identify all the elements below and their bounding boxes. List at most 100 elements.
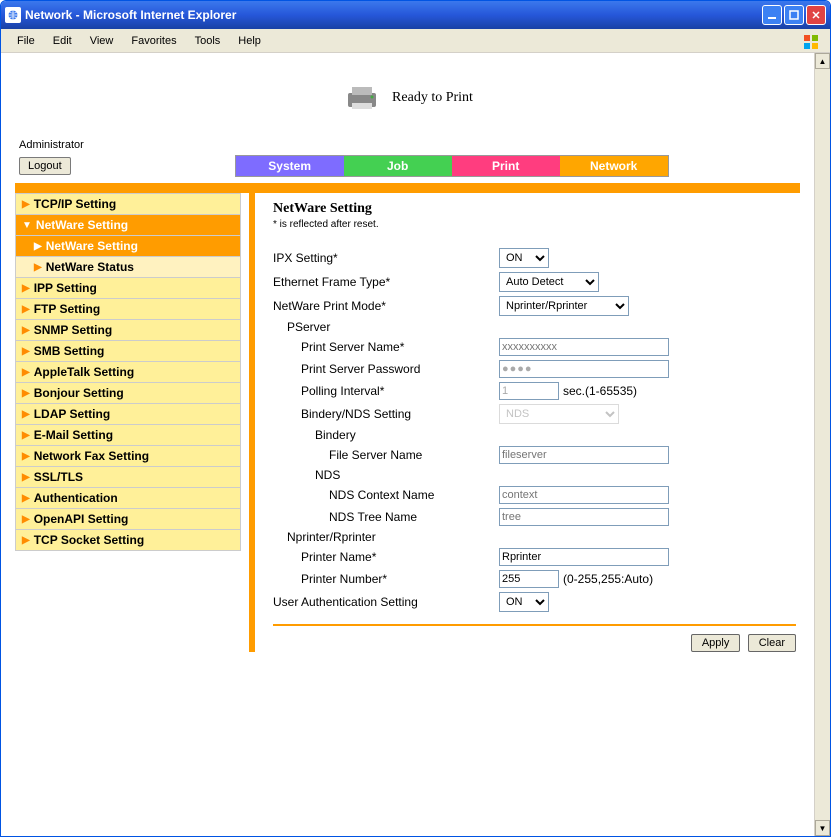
chevron-right-icon: ▶ <box>22 514 30 525</box>
printer-number-input[interactable] <box>499 570 559 588</box>
server-password-input <box>499 360 669 378</box>
scroll-up-icon[interactable]: ▲ <box>815 53 830 69</box>
sidebar-item-ldap[interactable]: ▶ LDAP Setting <box>15 404 241 425</box>
label-nprp: Nprinter/Rprinter <box>273 530 499 544</box>
sidebar-item-label: SNMP Setting <box>34 323 112 337</box>
sidebar-item-label: SSL/TLS <box>34 470 83 484</box>
chevron-right-icon: ▶ <box>22 409 30 420</box>
menu-favorites[interactable]: Favorites <box>123 33 184 49</box>
orange-divider <box>15 183 800 193</box>
sidebar-item-label: LDAP Setting <box>34 407 110 421</box>
sidebar-item-label: AppleTalk Setting <box>34 365 134 379</box>
polling-interval-input <box>499 382 559 400</box>
sidebar-item-snmp[interactable]: ▶ SNMP Setting <box>15 320 241 341</box>
menu-view[interactable]: View <box>82 33 122 49</box>
sidebar-item-ftp[interactable]: ▶FTP Setting <box>15 299 241 320</box>
logout-button[interactable]: Logout <box>19 157 71 175</box>
clear-button[interactable]: Clear <box>748 634 796 652</box>
chevron-right-icon: ▶ <box>22 199 30 210</box>
tab-strip: System Job Print Network <box>235 155 669 177</box>
scrollbar[interactable]: ▲ ▼ <box>814 53 830 836</box>
close-button[interactable] <box>806 5 826 25</box>
tab-system[interactable]: System <box>236 156 344 176</box>
sidebar-item-label: IPP Setting <box>34 281 97 295</box>
sidebar-item-networkfax[interactable]: ▶Network Fax Setting <box>15 446 241 467</box>
windows-flag-icon <box>802 33 822 49</box>
apply-button[interactable]: Apply <box>691 634 741 652</box>
sidebar-item-tcpsocket[interactable]: ▶ TCP Socket Setting <box>15 530 241 551</box>
sidebar-item-bonjour[interactable]: ▶Bonjour Setting <box>15 383 241 404</box>
sidebar-item-appletalk[interactable]: ▶ AppleTalk Setting <box>15 362 241 383</box>
label-frame: Ethernet Frame Type* <box>273 275 499 289</box>
page-title: NetWare Setting <box>273 201 796 217</box>
menu-file[interactable]: File <box>9 33 43 49</box>
sidebar: ▶TCP/IP Setting ▼NetWare Setting ▶NetWar… <box>15 193 241 652</box>
fileserver-input <box>499 446 669 464</box>
minimize-button[interactable] <box>762 5 782 25</box>
admin-label: Administrator <box>15 139 800 151</box>
hr-divider <box>273 624 796 626</box>
maximize-button[interactable] <box>784 5 804 25</box>
printer-name-input[interactable] <box>499 548 669 566</box>
sidebar-item-label: Bonjour Setting <box>34 386 124 400</box>
content-wrap: Ready to Print Administrator Logout Syst… <box>1 53 830 836</box>
window-buttons <box>762 5 826 25</box>
chevron-right-icon: ▶ <box>22 472 30 483</box>
sidebar-item-label: Authentication <box>34 491 118 505</box>
chevron-right-icon: ▶ <box>22 325 30 336</box>
userauth-select[interactable]: ON <box>499 592 549 612</box>
label-pname: Printer Name* <box>273 550 499 564</box>
label-bnds: Bindery/NDS Setting <box>273 407 499 421</box>
server-name-input <box>499 338 669 356</box>
chevron-right-icon: ▶ <box>22 430 30 441</box>
sidebar-item-ssltls[interactable]: ▶ SSL/TLS <box>15 467 241 488</box>
tab-network[interactable]: Network <box>560 156 668 176</box>
label-nds: NDS <box>273 468 499 482</box>
menu-edit[interactable]: Edit <box>45 33 80 49</box>
sidebar-item-ipp[interactable]: ▶IPP Setting <box>15 278 241 299</box>
sidebar-item-netware[interactable]: ▼NetWare Setting <box>15 215 241 236</box>
sidebar-item-auth[interactable]: ▶Authentication <box>15 488 241 509</box>
sidebar-item-email[interactable]: ▶E-Mail Setting <box>15 425 241 446</box>
label-ndstree: NDS Tree Name <box>273 510 499 524</box>
chevron-right-icon: ▶ <box>22 535 30 546</box>
sidebar-item-smb[interactable]: ▶SMB Setting <box>15 341 241 362</box>
print-mode-select[interactable]: Nprinter/Rprinter <box>499 296 629 316</box>
menu-tools[interactable]: Tools <box>187 33 229 49</box>
poll-hint: sec.(1-65535) <box>563 384 637 398</box>
note-text: * is reflected after reset. <box>273 219 796 230</box>
ipx-select[interactable]: ON <box>499 248 549 268</box>
label-fileserver: File Server Name <box>273 448 499 462</box>
sidebar-sub-netware-setting[interactable]: ▶NetWare Setting <box>15 236 241 257</box>
tab-job[interactable]: Job <box>344 156 452 176</box>
nds-context-input <box>499 486 669 504</box>
button-row: Apply Clear <box>273 634 796 652</box>
sidebar-item-openapi[interactable]: ▶OpenAPI Setting <box>15 509 241 530</box>
label-poll: Polling Interval* <box>273 384 499 398</box>
label-ipx: IPX Setting* <box>273 251 499 265</box>
nds-tree-input <box>499 508 669 526</box>
label-bindery: Bindery <box>273 428 499 442</box>
label-pnum: Printer Number* <box>273 572 499 586</box>
main-columns: ▶TCP/IP Setting ▼NetWare Setting ▶NetWar… <box>15 193 800 652</box>
window-title: Network - Microsoft Internet Explorer <box>25 8 762 22</box>
label-userauth: User Authentication Setting <box>273 595 499 609</box>
pnum-hint: (0-255,255:Auto) <box>563 572 653 586</box>
chevron-right-icon: ▶ <box>22 367 30 378</box>
top-zone: Ready to Print Administrator Logout Syst… <box>1 53 814 177</box>
sidebar-sub-netware-status[interactable]: ▶NetWare Status <box>15 257 241 278</box>
sidebar-item-label: TCP/IP Setting <box>34 197 116 211</box>
sidebar-item-label: NetWare Setting <box>36 218 128 232</box>
chevron-right-icon: ▶ <box>34 262 42 273</box>
sidebar-item-label: SMB Setting <box>34 344 105 358</box>
label-serverpass: Print Server Password <box>273 362 499 376</box>
sidebar-item-tcpip[interactable]: ▶ TCP/IP Setting <box>15 193 241 215</box>
frame-type-select[interactable]: Auto Detect <box>499 272 599 292</box>
label-servername: Print Server Name* <box>273 340 499 354</box>
sidebar-item-label: NetWare Setting <box>46 239 138 253</box>
menu-help[interactable]: Help <box>230 33 269 49</box>
chevron-right-icon: ▶ <box>22 451 30 462</box>
scroll-down-icon[interactable]: ▼ <box>815 820 830 836</box>
sidebar-item-label: TCP Socket Setting <box>34 533 144 547</box>
tab-print[interactable]: Print <box>452 156 560 176</box>
